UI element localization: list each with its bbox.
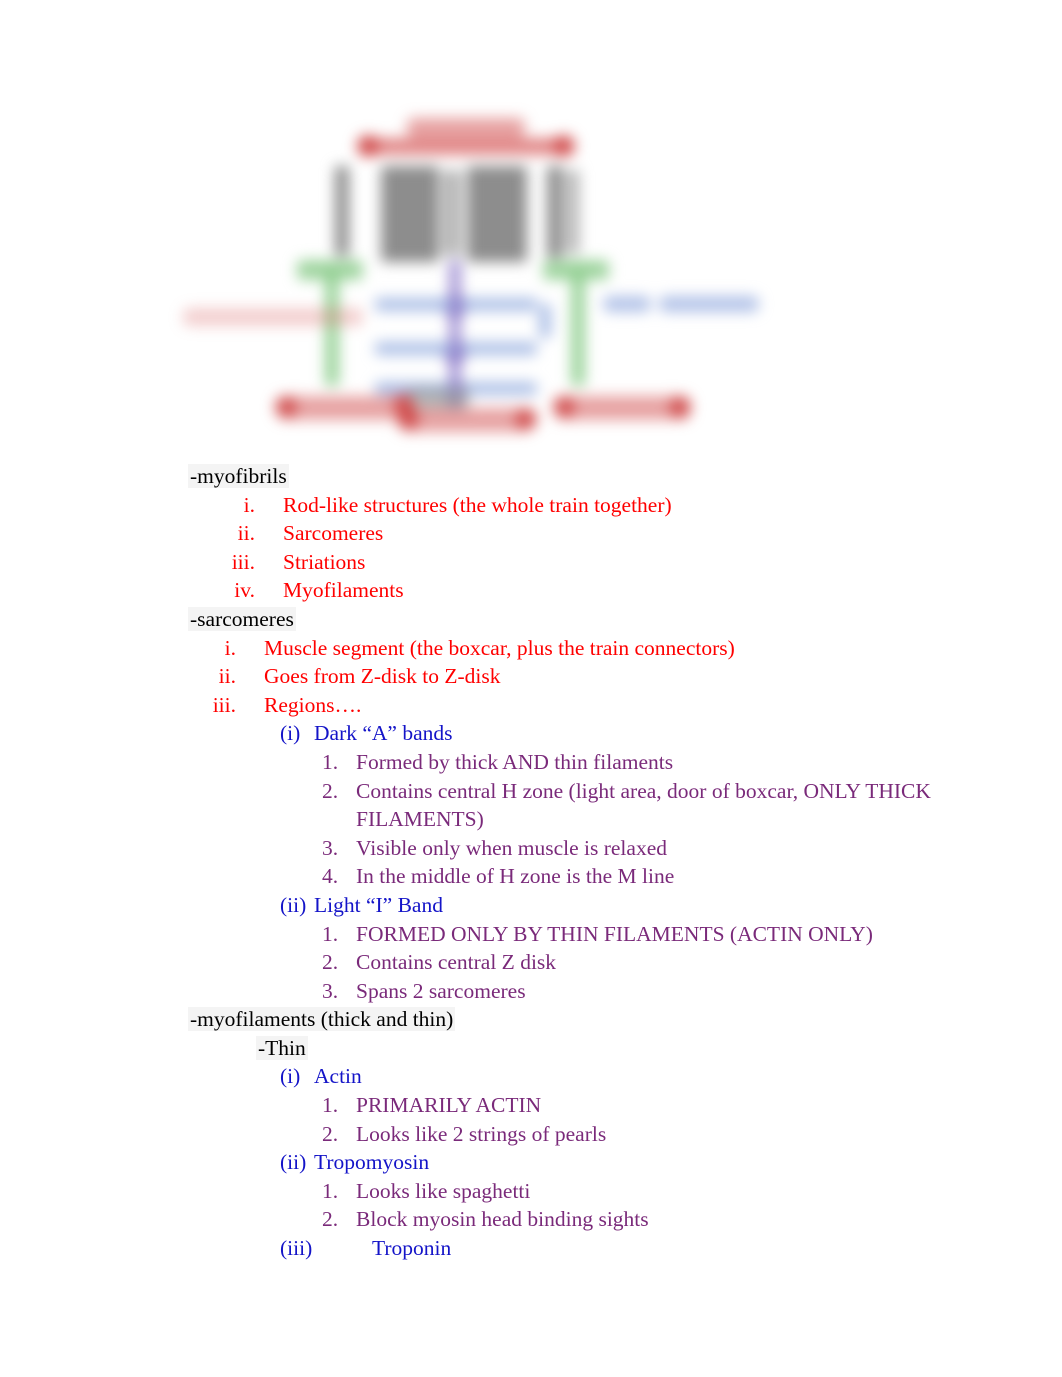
diagram-zdisk-right <box>571 268 585 386</box>
diagram-band-4 <box>467 166 527 262</box>
diagram-label-top-main <box>359 138 571 155</box>
diagram-thin-filament-r2 <box>461 342 537 355</box>
point-item: 1. PRIMARILY ACTIN <box>322 1093 542 1118</box>
diagram-bottom-gray-marker <box>407 388 469 410</box>
list-item: iii. Striations <box>231 549 366 574</box>
diagram-arrow-br2-icon <box>669 396 691 418</box>
sublist-item: (iii) Troponin <box>280 1236 452 1261</box>
heading-myofilaments: -myofilaments (thick and thin) <box>188 1007 456 1032</box>
diagram-label-right-word2 <box>659 296 759 312</box>
diagram-label-top-upper <box>407 118 525 138</box>
diagram-arrow-right-icon <box>553 135 575 157</box>
point-item: 4. In the middle of H zone is the M line <box>322 864 675 889</box>
list-item: iii. Regions…. <box>212 692 362 717</box>
diagram-blur-layer <box>175 108 785 458</box>
heading-sarcomeres: -sarcomeres <box>188 606 296 631</box>
document-page: -myofibrils i. Rod-like structures (the … <box>0 0 1062 1377</box>
diagram-arrow-bc2-icon <box>515 408 537 430</box>
diagram-thin-filament-edge <box>539 304 551 338</box>
point-item: 2. Contains central Z disk <box>322 950 557 975</box>
diagram-label-left <box>183 308 363 326</box>
diagram-band-2 <box>381 166 439 262</box>
notes-outline: -myofibrils i. Rod-like structures (the … <box>0 462 1062 1263</box>
point-item: 3. Spans 2 sarcomeres <box>322 978 526 1003</box>
list-item: ii. Goes from Z-disk to Z-disk <box>218 664 501 689</box>
diagram-band-1 <box>335 166 349 256</box>
sublist-item: (i) Dark “A” bands <box>280 721 453 746</box>
list-item: ii. Sarcomeres <box>237 521 384 546</box>
list-item: i. Rod-like structures (the whole train … <box>243 492 672 517</box>
point-item: 2. Block myosin head binding sights <box>322 1207 649 1232</box>
list-item: iv. Myofilaments <box>234 578 404 603</box>
point-item: 2. Contains central H zone (light area, … <box>322 778 931 832</box>
point-item: 2. Looks like 2 strings of pearls <box>322 1121 607 1146</box>
diagram-thin-filament-r3 <box>461 382 537 395</box>
diagram-band-5 <box>547 166 563 258</box>
diagram-band-6 <box>567 170 579 254</box>
diagram-arrow-bl-icon <box>275 396 297 418</box>
list-item: i. Muscle segment (the boxcar, plus the … <box>224 635 735 660</box>
diagram-thin-filament-l2 <box>375 342 453 355</box>
point-item: 1. Looks like spaghetti <box>322 1178 531 1203</box>
diagram-thin-filament-r1 <box>461 298 537 311</box>
diagram-zdisk-left <box>325 268 339 386</box>
sublist-item: (ii) Tropomyosin <box>280 1150 430 1175</box>
diagram-label-bottom-center <box>401 408 531 432</box>
point-item: 1. Formed by thick AND thin filaments <box>322 749 674 774</box>
point-item: 1. FORMED ONLY BY THIN FILAMENTS (ACTIN … <box>322 921 873 946</box>
diagram-arrow-left-icon <box>357 135 379 157</box>
heading-myofibrils: -myofibrils <box>188 464 289 488</box>
diagram-thin-filament-l1 <box>375 298 453 311</box>
sarcomere-diagram <box>175 108 785 458</box>
diagram-arrow-bc-icon <box>397 408 419 430</box>
diagram-arrow-br-icon <box>553 396 575 418</box>
diagram-band-3 <box>443 170 461 256</box>
sublist-item: (i) Actin <box>280 1064 362 1089</box>
sublist-item: (ii) Light “I” Band <box>280 892 443 917</box>
point-item: 3. Visible only when muscle is relaxed <box>322 835 667 860</box>
diagram-label-right-word1 <box>603 296 651 312</box>
subheading-thin: -Thin <box>256 1035 308 1060</box>
